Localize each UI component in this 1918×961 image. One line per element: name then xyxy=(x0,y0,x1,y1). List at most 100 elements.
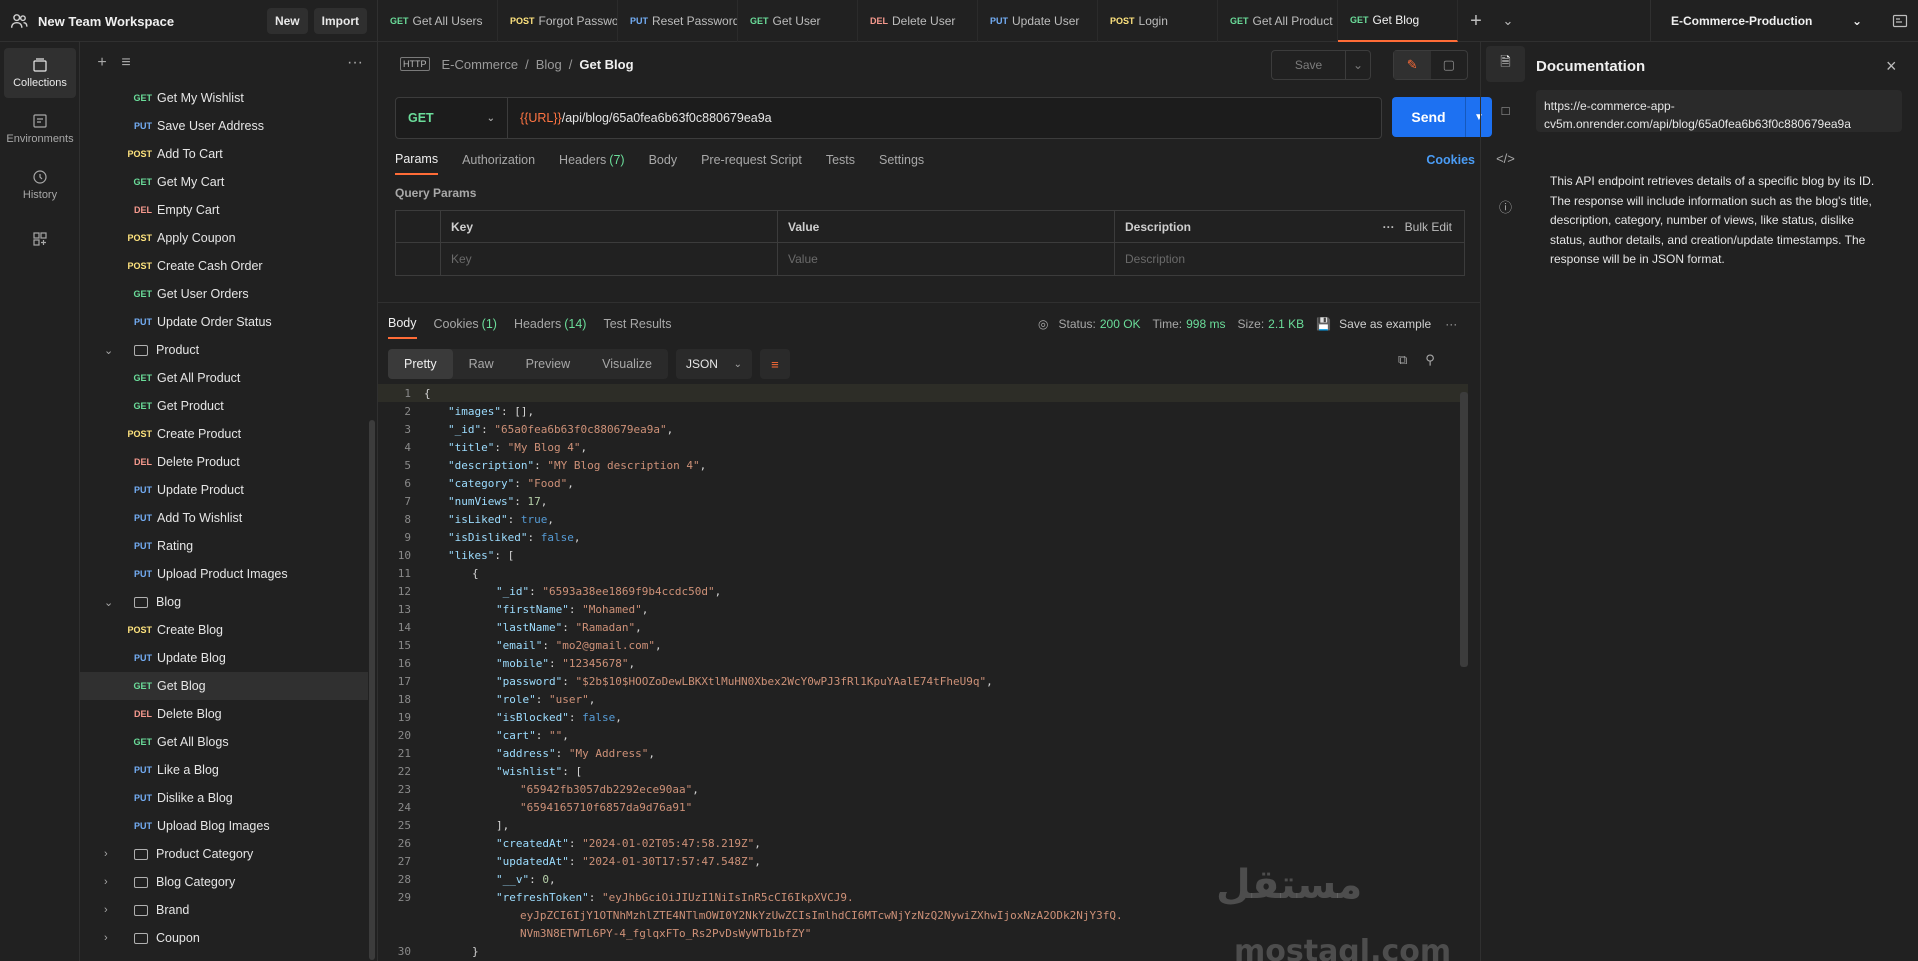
code-icon[interactable]: </> xyxy=(1481,134,1530,182)
tab-pre-request-script[interactable]: Pre-request Script xyxy=(701,145,802,175)
sidebar-folder-item[interactable]: ⌄ Product xyxy=(80,336,368,364)
request-tab[interactable]: PUT Update User xyxy=(978,0,1098,42)
sidebar-request-item[interactable]: PUT Upload Blog Images xyxy=(80,812,368,840)
request-tab[interactable]: GET Get User xyxy=(738,0,858,42)
language-select[interactable]: JSON ⌄ xyxy=(675,349,752,379)
more-icon[interactable]: ··· xyxy=(1445,317,1457,331)
sidebar-request-item[interactable]: PUT Update Product xyxy=(80,476,368,504)
chevron-right-icon[interactable]: › xyxy=(104,904,120,916)
sidebar-request-item[interactable]: PUT Save User Address xyxy=(80,112,368,140)
code-scrollbar[interactable] xyxy=(1460,392,1468,667)
chevron-right-icon[interactable]: › xyxy=(104,848,120,860)
info-icon[interactable]: ⓘ xyxy=(1481,182,1530,230)
import-button[interactable]: Import xyxy=(313,8,367,34)
value-input[interactable]: Value xyxy=(778,243,1115,275)
sidebar-folder-item[interactable]: ⌄ Blog xyxy=(80,588,368,616)
new-tab-plus-icon[interactable]: + xyxy=(1458,0,1494,42)
sidebar-folder-item[interactable]: › Product Category xyxy=(80,840,368,868)
request-tab[interactable]: GET Get All Product xyxy=(1218,0,1338,42)
sidebar-request-item[interactable]: PUT Dislike a Blog xyxy=(80,784,368,812)
more-icon[interactable]: ··· xyxy=(343,54,367,72)
copy-icon[interactable]: ⧉ xyxy=(1398,352,1407,368)
environment-selector[interactable]: E-Commerce-Production ⌄ xyxy=(1650,0,1882,42)
response-tab-headers[interactable]: Headers (14) xyxy=(514,309,586,339)
pane-divider[interactable] xyxy=(378,302,1480,303)
rail-environments[interactable]: Environments xyxy=(4,104,76,154)
chevron-right-icon[interactable]: › xyxy=(104,932,120,944)
sidebar-search-input[interactable] xyxy=(146,51,335,75)
tab-headers[interactable]: Headers (7) xyxy=(559,145,625,175)
new-button[interactable]: New xyxy=(266,8,308,34)
rail-apps[interactable] xyxy=(4,216,76,266)
tab-settings[interactable]: Settings xyxy=(879,145,924,175)
response-tab-body[interactable]: Body xyxy=(388,309,417,339)
sidebar-request-item[interactable]: DEL Empty Cart xyxy=(80,196,368,224)
tab-authorization[interactable]: Authorization xyxy=(462,145,535,175)
sidebar-request-item[interactable]: PUT Rating xyxy=(80,532,368,560)
status-value[interactable]: 200 OK xyxy=(1100,317,1141,331)
close-icon[interactable]: × xyxy=(1886,56,1897,77)
save-as-example-button[interactable]: Save as example xyxy=(1339,317,1431,331)
request-tab[interactable]: GET Get All Users xyxy=(378,0,498,42)
key-input[interactable]: Key xyxy=(441,243,778,275)
bulk-edit-button[interactable]: Bulk Edit xyxy=(1405,220,1452,234)
save-button[interactable]: Save ⌄ xyxy=(1271,50,1371,80)
sidebar-request-item[interactable]: POST Create Product xyxy=(80,420,368,448)
more-icon[interactable]: ··· xyxy=(1383,220,1395,234)
plus-icon[interactable]: + xyxy=(90,54,114,72)
sidebar-folder-item[interactable]: › Brand xyxy=(80,896,368,924)
sidebar-request-item[interactable]: DEL Delete Product xyxy=(80,448,368,476)
environment-quick-look-icon[interactable] xyxy=(1882,0,1918,42)
sidebar-request-item[interactable]: DEL Delete Blog xyxy=(80,700,368,728)
sidebar-request-item[interactable]: PUT Update Order Status xyxy=(80,308,368,336)
breadcrumb-item[interactable]: Blog xyxy=(536,57,562,72)
sidebar-request-item[interactable]: GET Get All Product xyxy=(80,364,368,392)
sidebar-request-item[interactable]: GET Get All Blogs xyxy=(80,728,368,756)
workspace-name[interactable]: New Team Workspace xyxy=(38,14,261,29)
format-mode-pretty[interactable]: Pretty xyxy=(388,349,453,379)
format-mode-preview[interactable]: Preview xyxy=(510,349,586,379)
method-select[interactable]: GET ⌄ xyxy=(396,98,508,138)
request-tab[interactable]: PUT Reset Password xyxy=(618,0,738,42)
search-icon[interactable]: ⚲ xyxy=(1425,352,1435,368)
sidebar-request-item[interactable]: PUT Add To Wishlist xyxy=(80,504,368,532)
sidebar-request-item[interactable]: PUT Upload Product Images xyxy=(80,560,368,588)
wrap-lines-icon[interactable]: ≡ xyxy=(759,349,790,379)
sidebar-folder-item[interactable]: › Coupon xyxy=(80,924,368,952)
description-input[interactable]: Description xyxy=(1115,243,1464,275)
url-input[interactable]: {{URL}}/api/blog/65a0fea6b63f0c880679ea9… xyxy=(508,111,772,125)
sidebar-folder-item[interactable]: › Blog Category xyxy=(80,868,368,896)
sidebar-request-item[interactable]: GET Get User Orders xyxy=(80,280,368,308)
tabs-menu-chevron-icon[interactable]: ⌄ xyxy=(1494,0,1522,42)
request-tab[interactable]: POST Login xyxy=(1098,0,1218,42)
tab-params[interactable]: Params xyxy=(395,145,439,175)
chevron-right-icon[interactable]: › xyxy=(104,876,120,888)
chevron-down-icon[interactable]: ⌄ xyxy=(104,344,120,357)
rail-history[interactable]: History xyxy=(4,160,76,210)
response-tab-test-results[interactable]: Test Results xyxy=(603,309,671,339)
size-value[interactable]: 2.1 KB xyxy=(1268,317,1304,331)
sidebar-request-item[interactable]: PUT Like a Blog xyxy=(80,756,368,784)
comments-icon[interactable]: □ xyxy=(1481,86,1530,134)
sidebar-request-item[interactable]: GET Get Product xyxy=(80,392,368,420)
row-checkbox[interactable] xyxy=(396,243,441,275)
sidebar-request-item[interactable]: POST Apply Coupon xyxy=(80,224,368,252)
rail-collections[interactable]: Collections xyxy=(4,48,76,98)
request-tab[interactable]: DEL Delete User xyxy=(858,0,978,42)
chevron-down-icon[interactable]: ⌄ xyxy=(1346,58,1370,72)
sidebar-scrollbar[interactable] xyxy=(369,420,375,960)
response-tab-cookies[interactable]: Cookies (1) xyxy=(434,309,497,339)
comment-icon[interactable]: ▢ xyxy=(1431,51,1468,79)
time-value[interactable]: 998 ms xyxy=(1186,317,1225,331)
request-tab[interactable]: POSTForgot Password xyxy=(498,0,618,42)
format-mode-visualize[interactable]: Visualize xyxy=(586,349,668,379)
sidebar-request-item[interactable]: GET Get My Wishlist xyxy=(80,84,368,112)
chevron-down-icon[interactable]: ⌄ xyxy=(104,596,120,609)
cookies-link[interactable]: Cookies xyxy=(1426,153,1475,167)
sidebar-request-item[interactable]: POST Create Blog xyxy=(80,616,368,644)
send-button[interactable]: Send ▼ xyxy=(1392,97,1492,137)
edit-pencil-icon[interactable]: ✎ xyxy=(1394,51,1431,79)
breadcrumb-item[interactable]: E-Commerce xyxy=(442,57,519,72)
format-mode-raw[interactable]: Raw xyxy=(453,349,510,379)
sidebar-request-item[interactable]: POST Create Cash Order xyxy=(80,252,368,280)
